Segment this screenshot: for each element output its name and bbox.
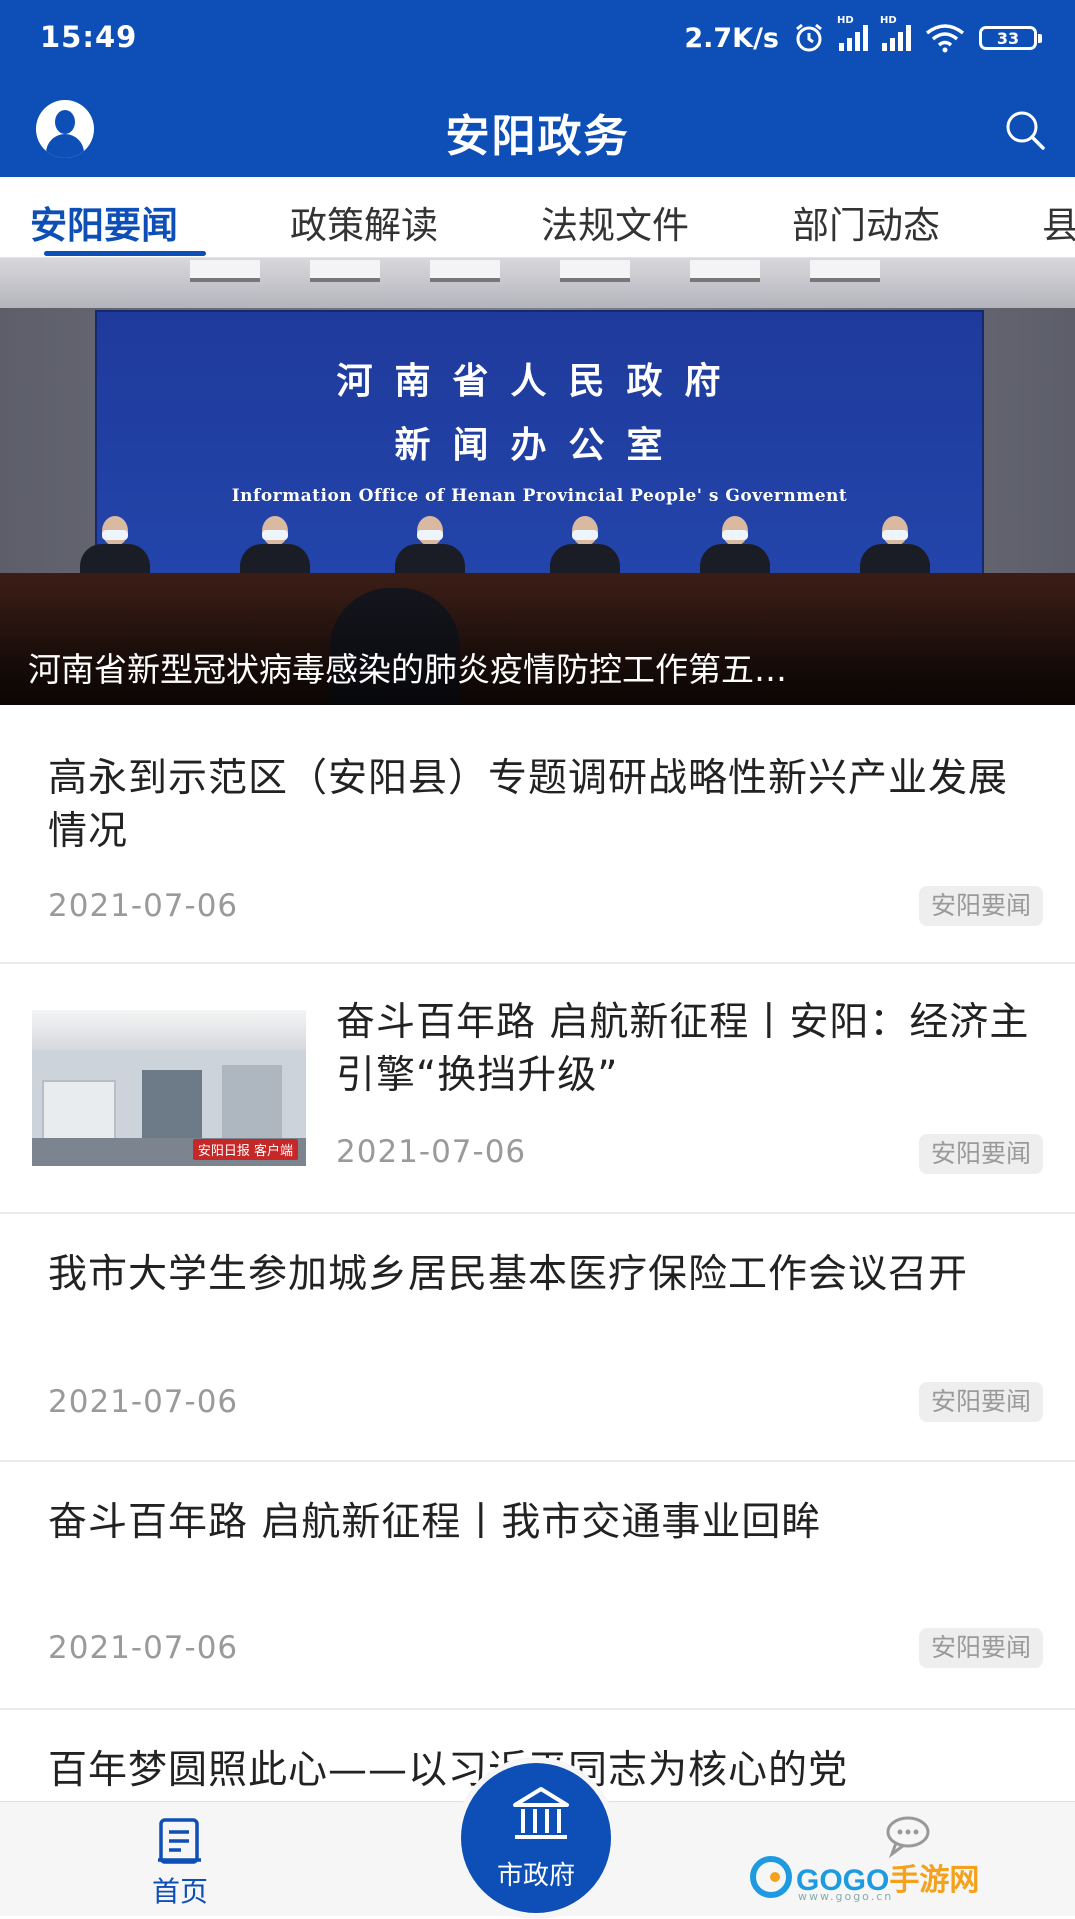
tab-regulations[interactable]: 法规文件 — [541, 195, 689, 249]
wifi-icon — [925, 24, 965, 53]
city-government-button[interactable]: 市政府 — [455, 1757, 617, 1919]
signal-icon: HD — [880, 15, 911, 51]
press-backdrop: 河南省人民政府 新闻办公室 Information Office of Hena… — [95, 310, 984, 584]
news-item[interactable]: 安阳日报 客户端 奋斗百年路 启航新征程丨安阳：经济主引擎“换挡升级” 2021… — [0, 964, 1075, 1214]
tab-policy-interpretation[interactable]: 政策解读 — [290, 195, 438, 249]
home-doc-icon — [158, 1818, 201, 1864]
battery-icon: 33 — [979, 26, 1042, 50]
net-speed: 2.7K/s — [684, 22, 779, 54]
active-tab-indicator — [44, 251, 206, 256]
news-category-tag: 安阳要闻 — [918, 1628, 1043, 1668]
news-category-tag: 安阳要闻 — [918, 1382, 1043, 1422]
news-title: 我市大学生参加城乡居民基本医疗保险工作会议召开 — [48, 1252, 969, 1297]
news-item[interactable]: 高永到示范区（安阳县）专题调研战略性新兴产业发展情况 2021-07-06 安阳… — [0, 706, 1075, 964]
government-building-icon — [513, 1787, 569, 1839]
news-title: 奋斗百年路 启航新征程丨安阳：经济主引擎“换挡升级” — [336, 1000, 1030, 1098]
watermark-logo: GOGO手游网 www.gogo.cn — [750, 1852, 980, 1903]
tab-anyang-news[interactable]: 安阳要闻 — [30, 195, 178, 249]
tab-department-news[interactable]: 部门动态 — [792, 195, 940, 249]
watermark-brand-suffix: 手游网 — [889, 1864, 980, 1897]
nav-home-label: 首页 — [151, 1875, 208, 1908]
news-thumbnail: 安阳日报 客户端 — [32, 1010, 306, 1166]
news-date: 2021-07-06 — [48, 1384, 239, 1420]
city-government-label: 市政府 — [496, 1861, 575, 1891]
news-title: 奋斗百年路 启航新征程丨我市交通事业回眸 — [48, 1500, 822, 1545]
tab-county[interactable]: 县 — [1042, 195, 1075, 249]
featured-banner[interactable]: 河南省人民政府 新闻办公室 Information Office of Hena… — [0, 258, 1075, 705]
search-icon[interactable] — [1003, 108, 1047, 152]
news-item[interactable]: 我市大学生参加城乡居民基本医疗保险工作会议召开 2021-07-06 安阳要闻 — [0, 1214, 1075, 1462]
thumbnail-logo: 安阳日报 客户端 — [192, 1139, 298, 1160]
banner-caption: 河南省新型冠状病毒感染的肺炎疫情防控工作第五… — [28, 650, 787, 689]
alarm-icon — [796, 23, 822, 52]
news-item[interactable]: 奋斗百年路 启航新征程丨我市交通事业回眸 2021-07-06 安阳要闻 — [0, 1462, 1075, 1710]
category-tabs: 安阳要闻 政策解读 法规文件 部门动态 县 — [0, 177, 1075, 258]
watermark-icon — [750, 1856, 792, 1898]
app-title: 安阳政务 — [445, 111, 630, 162]
news-date: 2021-07-06 — [336, 1134, 527, 1170]
top-bar: 15:49 2.7K/s HD HD 33 安阳政务 — [0, 0, 1075, 177]
news-date: 2021-07-06 — [48, 888, 239, 924]
news-category-tag: 安阳要闻 — [918, 886, 1043, 926]
status-time: 15:49 — [40, 20, 138, 54]
news-title: 高永到示范区（安阳县）专题调研战略性新兴产业发展情况 — [48, 756, 1009, 854]
nav-home[interactable]: 首页 — [130, 1802, 230, 1916]
status-bar: 15:49 2.7K/s HD HD 33 — [0, 0, 1075, 78]
news-category-tag: 安阳要闻 — [918, 1134, 1043, 1174]
news-date: 2021-07-06 — [48, 1630, 239, 1666]
signal-icon: HD — [837, 15, 868, 51]
app-bar: 安阳政务 — [0, 78, 1075, 177]
watermark-url: www.gogo.cn — [798, 1890, 894, 1903]
